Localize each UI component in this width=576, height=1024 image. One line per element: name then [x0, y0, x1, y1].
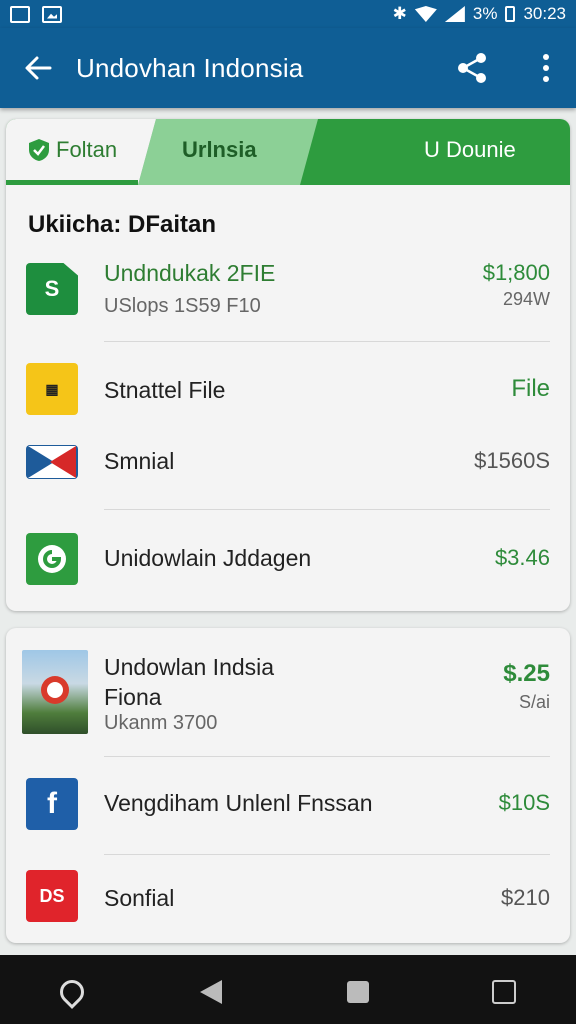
emblem-graphic	[41, 676, 69, 704]
wifi-icon	[414, 6, 437, 22]
shield-icon	[29, 139, 49, 161]
list-item[interactable]: Unidowlain Jddagen $3.46	[6, 521, 570, 601]
more-dot	[543, 54, 549, 60]
item-subtitle: USlops 1S59 F10	[104, 295, 261, 317]
item-price: $10S	[498, 790, 550, 815]
item-name: Unidowlain Jddagen	[104, 545, 312, 571]
item-name: Smnial	[104, 448, 175, 474]
share-button[interactable]	[452, 48, 492, 88]
section-title: Ukiicha: DFaitan	[28, 211, 217, 238]
item-name: Undndukak 2FIE	[104, 260, 276, 286]
gallery-notification-icon	[10, 5, 30, 23]
divider	[104, 854, 550, 855]
tab-label: Foltan	[56, 137, 118, 162]
flag-icon	[26, 445, 78, 479]
image-notification-icon	[42, 5, 62, 23]
tab-urlnsia[interactable]: Urlnsia	[182, 119, 257, 181]
divider	[104, 509, 550, 510]
photo-thumbnail	[22, 650, 88, 734]
tab-bar: Foltan Urlnsia U Dounie	[6, 119, 570, 185]
facebook-letter: f	[47, 787, 57, 820]
page-title: Undovhan Indonsia	[76, 52, 304, 83]
list-item[interactable]: Undowlan Indsia Fiona Ukanm 3700 $.25 S/…	[6, 638, 570, 758]
battery-percent: 3%	[472, 4, 498, 23]
item-name: Stnattel File	[104, 377, 226, 403]
green-app-icon	[26, 533, 78, 585]
tab-label: Urlnsia	[182, 137, 257, 162]
share-icon	[458, 53, 486, 83]
item-price: $3.46	[494, 545, 550, 570]
battery-icon	[505, 6, 516, 22]
list-item[interactable]: Smnial $1560S	[6, 435, 570, 505]
tab-dounie[interactable]: U Dounie	[424, 119, 516, 181]
app-bar: Undovhan Indonsia	[0, 28, 576, 108]
divider	[104, 341, 550, 342]
ds-icon: DS	[26, 870, 78, 922]
list-item[interactable]: f Vengdiham Unlenl Fnssan $10S	[6, 768, 570, 848]
tab-label: U Dounie	[424, 137, 516, 162]
tab-foltan[interactable]: Foltan	[28, 119, 117, 181]
item-name: Vengdiham Unlenl Fnssan	[104, 790, 373, 816]
more-options-button[interactable]	[530, 48, 562, 88]
list-item[interactable]: DS Sonfial $210	[6, 864, 570, 934]
item-price: $1560S	[474, 448, 550, 473]
item-price-secondary: 294W	[502, 289, 550, 309]
status-time: 30:23	[523, 4, 566, 23]
sheets-icon: S	[26, 263, 78, 315]
item-price: $210	[501, 885, 550, 910]
app-glyph	[38, 545, 66, 573]
list-item[interactable]: ▦ Stnattel File File	[6, 355, 570, 425]
arrow-left-icon	[25, 56, 52, 80]
secondary-card: Undowlan Indsia Fiona Ukanm 3700 $.25 S/…	[6, 628, 570, 943]
sheets-icon-letter: S	[44, 276, 60, 301]
item-price: $.25	[503, 660, 550, 687]
nav-home-icon[interactable]	[347, 981, 369, 1003]
item-name-line2: Fiona	[104, 684, 162, 710]
facebook-icon: f	[26, 778, 78, 830]
list-item[interactable]: S Undndukak 2FIE USlops 1S59 F10 $1;800 …	[6, 249, 570, 339]
flag-graphic	[28, 446, 76, 478]
item-price-secondary: S/ai	[518, 692, 550, 712]
system-nav-bar	[0, 955, 576, 1024]
more-dot	[543, 76, 549, 82]
back-button[interactable]	[0, 28, 76, 108]
nav-recents-icon[interactable]	[492, 980, 516, 1004]
folder-icon: ▦	[26, 363, 78, 415]
more-dot	[543, 65, 549, 71]
item-price: File	[511, 375, 550, 402]
signal-icon	[444, 6, 465, 22]
ds-letters: DS	[39, 885, 65, 906]
item-name: Sonfial	[104, 885, 175, 911]
item-name: Undowlan Indsia	[104, 654, 275, 680]
item-price: $1;800	[482, 260, 550, 285]
divider	[104, 756, 550, 757]
status-bar: ✱ 3% 30:23	[0, 0, 576, 28]
item-subtitle: Ukanm 3700	[104, 712, 218, 734]
bluetooth-icon: ✱	[392, 4, 407, 23]
main-card: Foltan Urlnsia U Dounie Ukiicha: DFaitan…	[6, 119, 570, 611]
